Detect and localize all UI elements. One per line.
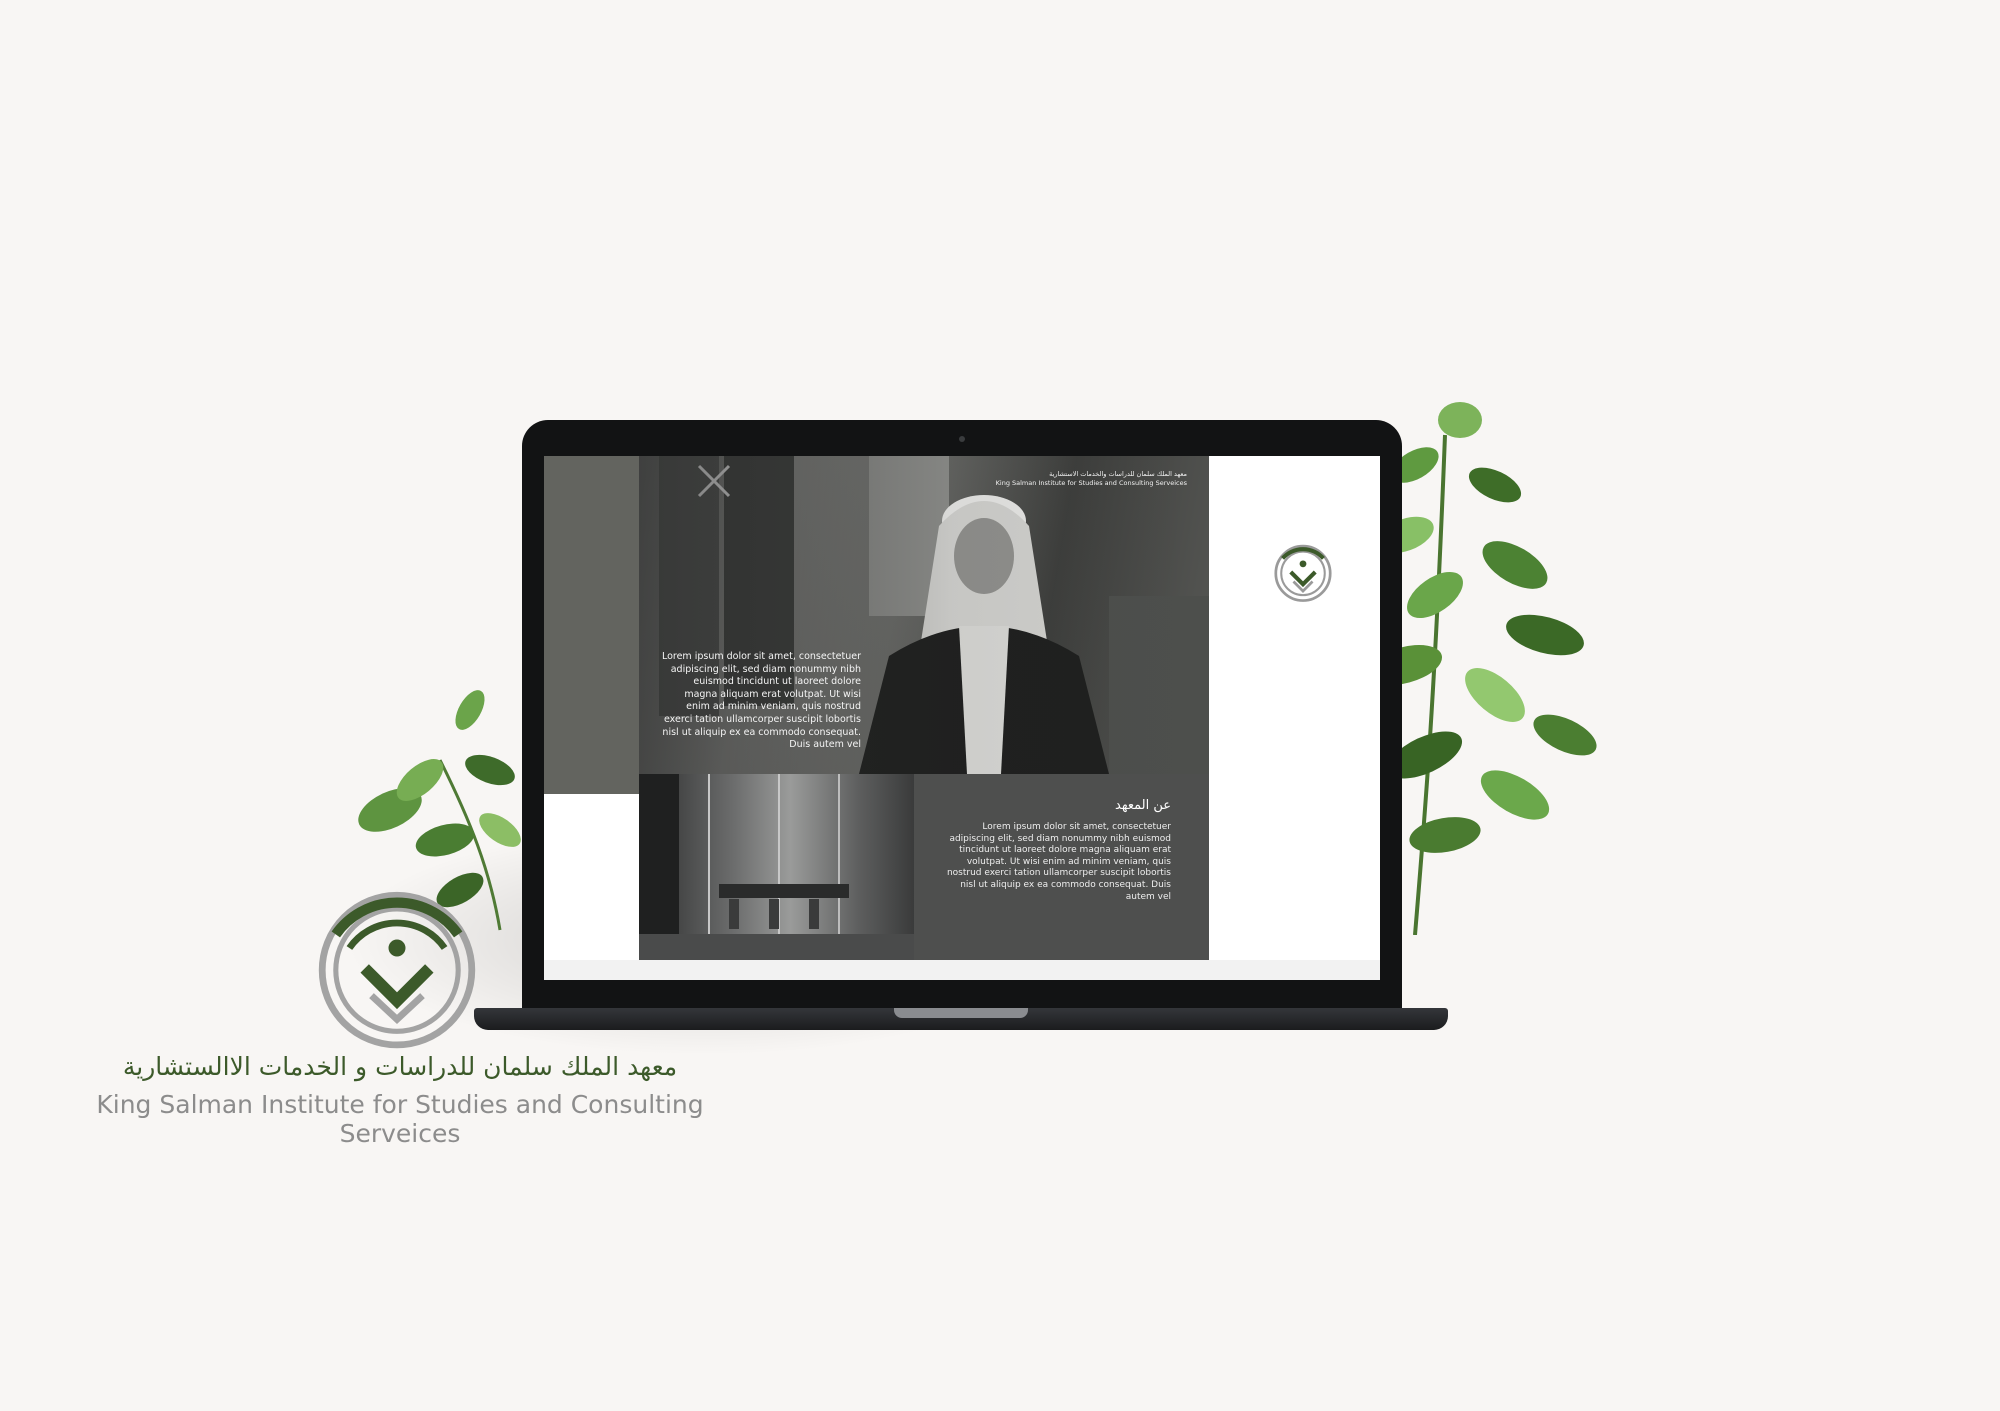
meeting-room-photo — [639, 774, 914, 960]
hero-text: Lorem ipsum dolor sit amet, consectetuer… — [661, 651, 861, 751]
screen-header: معهد الملك سلمان للدراسات والخدمات الاست… — [996, 470, 1187, 488]
about-text: Lorem ipsum dolor sit amet, consectetuer… — [946, 822, 1171, 902]
laptop-base — [474, 1008, 1448, 1030]
brand-name-arabic: معهد الملك سلمان للدراسات و الخدمات الاا… — [122, 1052, 678, 1081]
side-panel — [1209, 456, 1380, 980]
laptop-screen: معهد الملك سلمان للدراسات والخدمات الاست… — [544, 456, 1380, 980]
laptop-notch — [894, 1008, 1028, 1018]
screen-header-en: King Salman Institute for Studies and Co… — [995, 479, 1187, 487]
webcam — [959, 436, 965, 442]
institute-emblem-icon — [318, 891, 476, 1049]
hero-photo: معهد الملك سلمان للدراسات والخدمات الاست… — [639, 456, 1209, 774]
screen-bottom-strip — [544, 960, 1380, 980]
institute-emblem-icon — [1274, 544, 1332, 602]
screen-header-ar: معهد الملك سلمان للدراسات والخدمات الاست… — [1049, 470, 1187, 478]
grey-panel — [544, 456, 639, 794]
brand-name-english: King Salman Institute for Studies and Co… — [96, 1090, 704, 1148]
about-section: عن المعهد Lorem ipsum dolor sit amet, co… — [914, 774, 1209, 960]
about-title: عن المعهد — [1115, 798, 1171, 813]
meeting-room-image — [639, 774, 914, 960]
laptop-frame: معهد الملك سلمان للدراسات والخدمات الاست… — [522, 420, 1402, 1020]
